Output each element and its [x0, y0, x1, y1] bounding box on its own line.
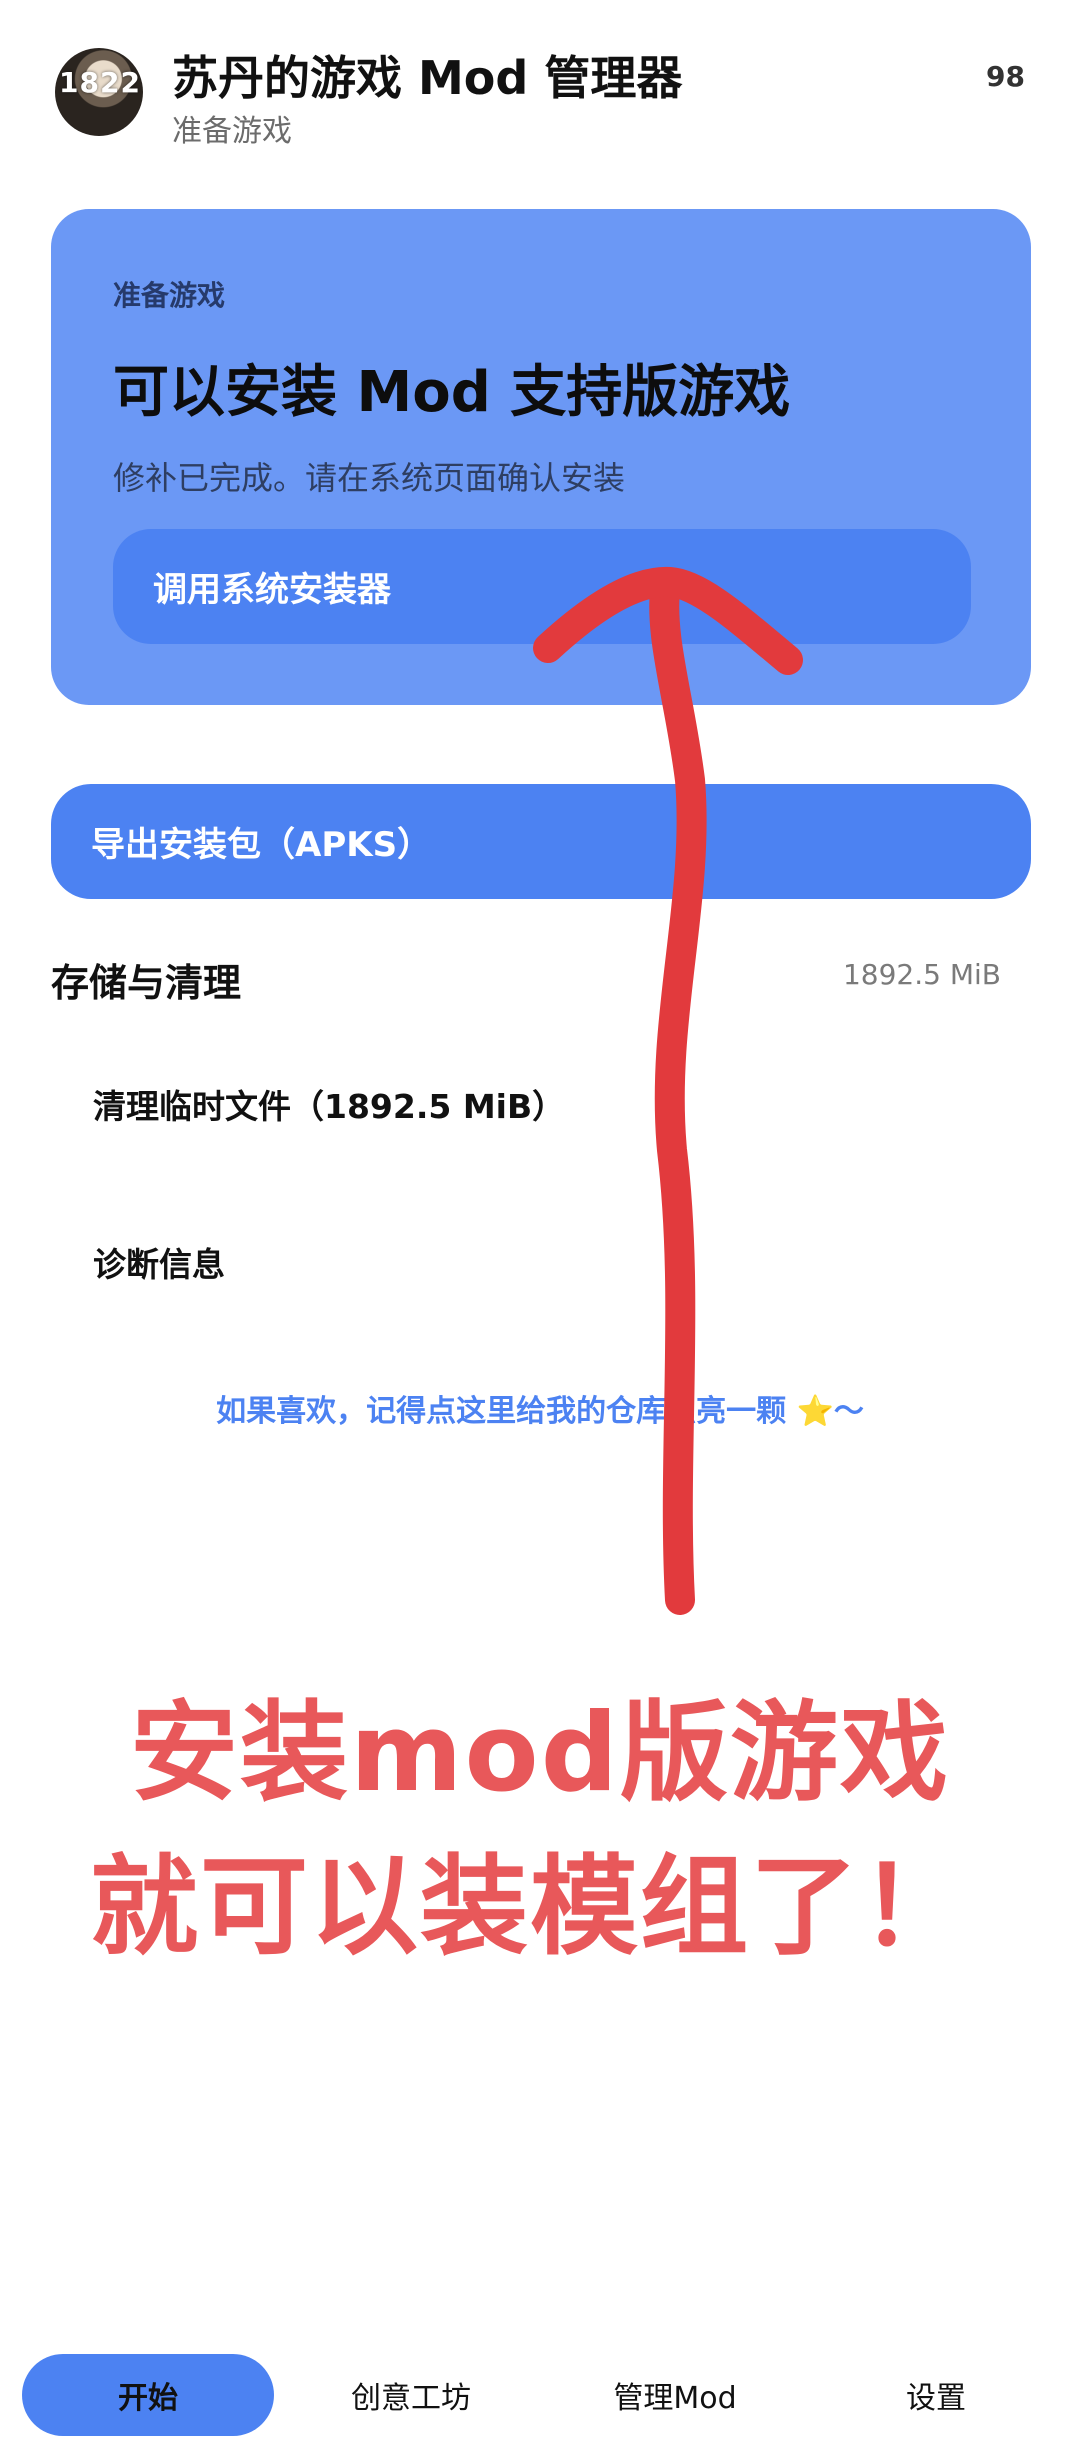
nav-tab-manage-mod[interactable]: 管理Mod: [570, 2354, 780, 2436]
nav-tab-start-label: 开始: [118, 2381, 178, 2416]
annotation-line-1: 安装mod版游戏: [129, 1691, 951, 1816]
nav-tab-manage-mod-label: 管理Mod: [613, 2381, 737, 2416]
nav-tab-start[interactable]: 开始: [22, 2354, 274, 2436]
arrow-shaft: [649, 575, 707, 1615]
bottom-navigation: 开始 创意工坊 管理Mod 设置: [0, 2340, 1080, 2460]
nav-tab-settings-label: 设置: [906, 2381, 966, 2416]
nav-tab-settings[interactable]: 设置: [836, 2354, 1036, 2436]
red-arrow-annotation: [533, 566, 803, 1615]
nav-tab-workshop[interactable]: 创意工坊: [306, 2354, 516, 2436]
annotation-line-2: 就可以装模组了！: [89, 1845, 970, 1970]
nav-tab-workshop-label: 创意工坊: [351, 2381, 471, 2416]
